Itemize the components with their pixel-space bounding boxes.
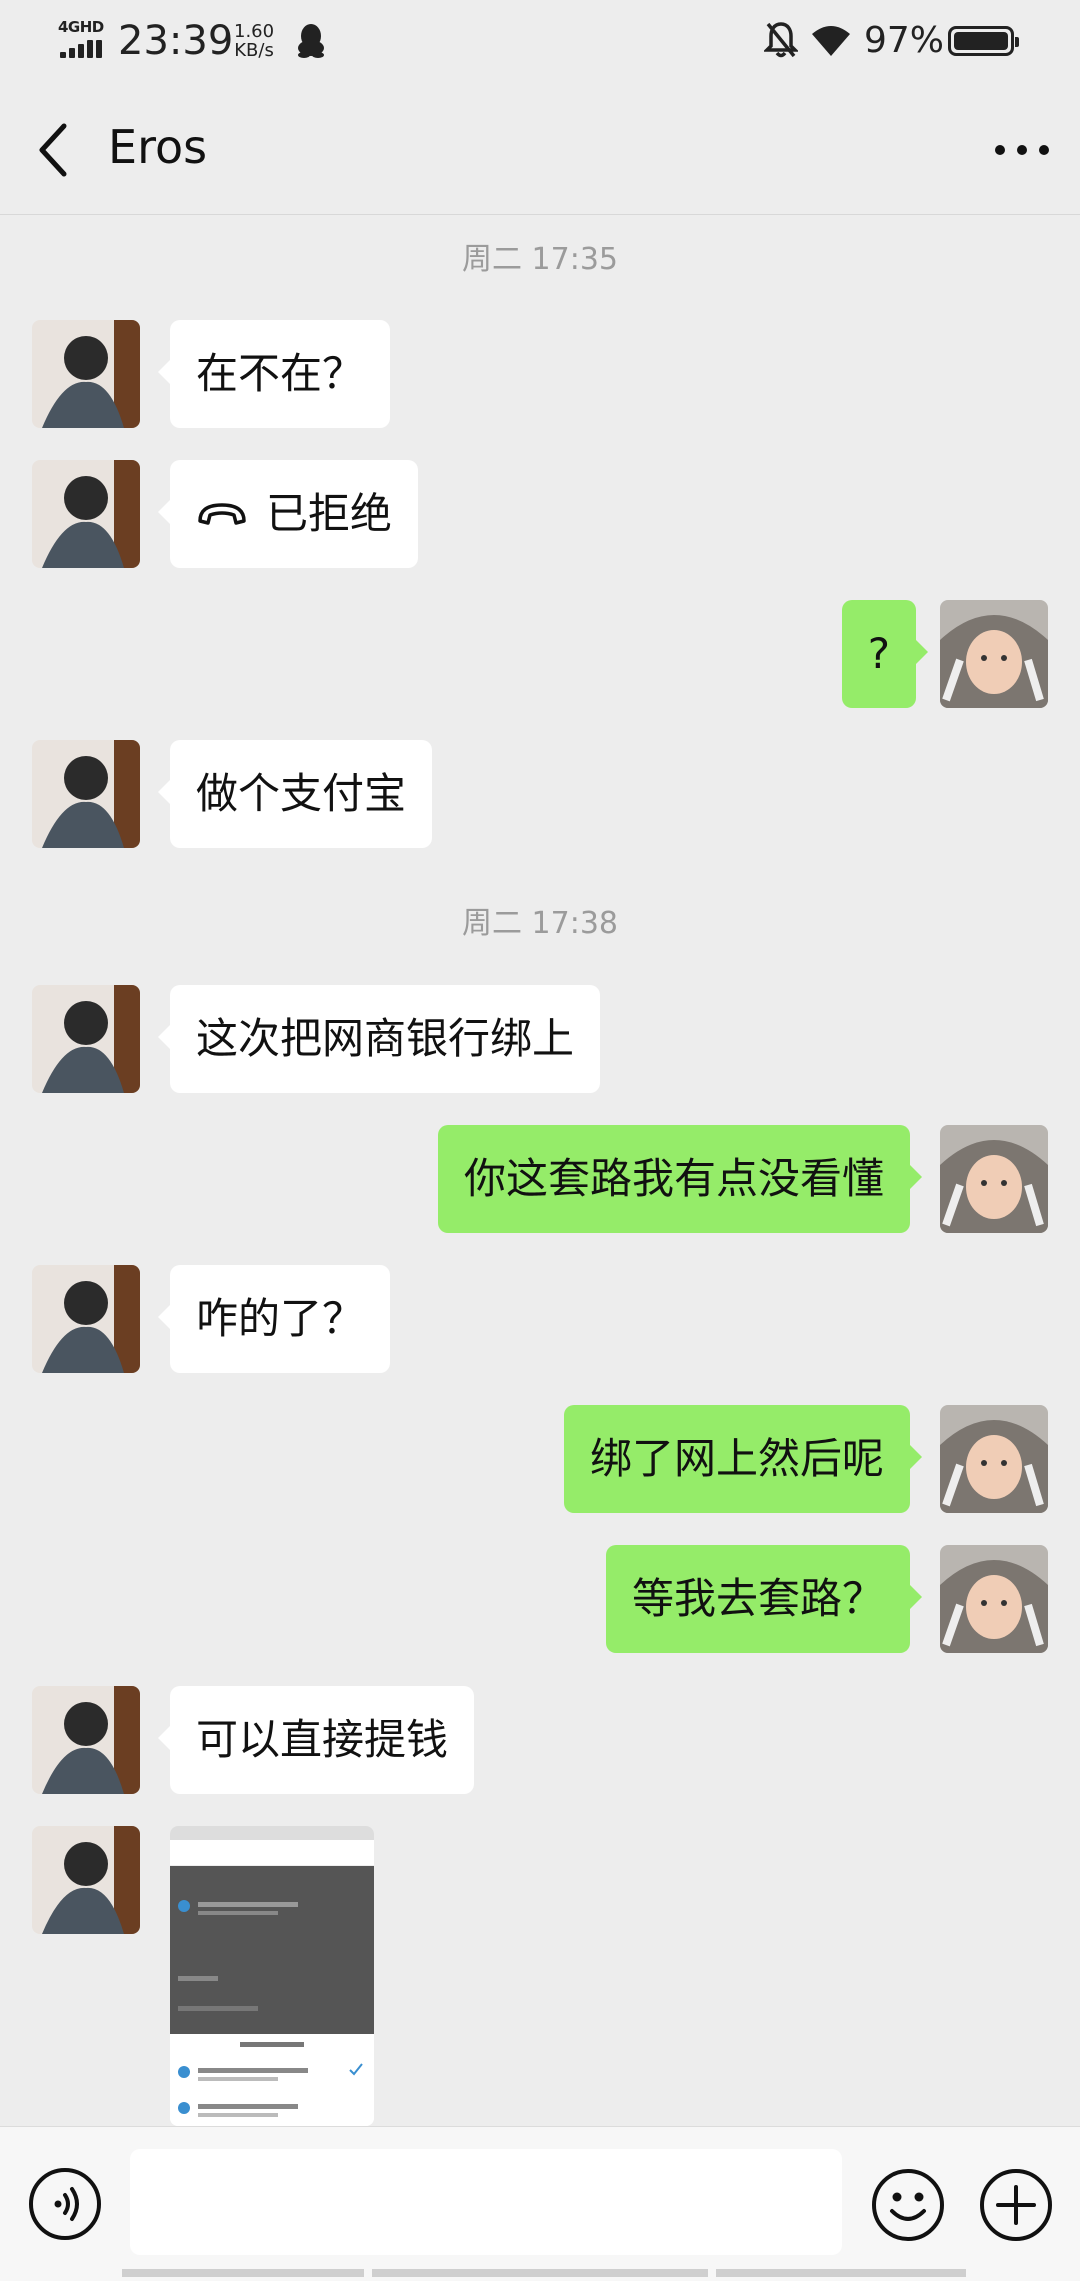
contact-avatar[interactable] bbox=[32, 1686, 140, 1794]
my-avatar[interactable] bbox=[940, 1405, 1048, 1513]
network-indicator: 4GHD bbox=[58, 18, 106, 58]
message-text: 咋的了？ bbox=[196, 1294, 365, 1343]
contact-avatar[interactable] bbox=[32, 1826, 140, 1934]
input-bar bbox=[0, 2126, 1080, 2281]
contact-avatar[interactable] bbox=[32, 740, 140, 848]
outgoing-message[interactable]: 你这套路我有点没看懂 bbox=[437, 1125, 923, 1233]
my-avatar[interactable] bbox=[940, 1125, 1048, 1233]
network-speed-value: 1.60 bbox=[234, 21, 275, 42]
status-bar: 4GHD 23:39 1.60 KB/s 97% bbox=[0, 0, 1080, 84]
incoming-message[interactable]: 可以直接提钱 bbox=[157, 1686, 475, 1794]
image-message[interactable] bbox=[170, 1826, 374, 2126]
clock: 23:39 bbox=[118, 18, 234, 64]
message-text: 你这套路我有点没看懂 bbox=[463, 1154, 884, 1203]
qq-penguin-icon bbox=[298, 24, 324, 58]
message-text: 等我去套路？ bbox=[631, 1574, 884, 1623]
network-speed: 1.60 KB/s bbox=[234, 22, 274, 60]
outgoing-message[interactable]: 绑了网上然后呢 bbox=[563, 1405, 923, 1513]
my-avatar[interactable] bbox=[940, 1545, 1048, 1653]
network-type: 4GHD bbox=[58, 18, 104, 36]
chat-title: Eros bbox=[108, 120, 208, 174]
nav-gesture-bar[interactable] bbox=[716, 2269, 966, 2277]
mute-bell-icon bbox=[764, 22, 798, 58]
incoming-message[interactable]: 在不在？ bbox=[157, 320, 391, 428]
message-input[interactable] bbox=[130, 2149, 842, 2255]
outgoing-message[interactable]: 等我去套路？ bbox=[605, 1545, 923, 1653]
incoming-message[interactable]: 做个支付宝 bbox=[157, 740, 433, 848]
timestamp: 周二 17:38 bbox=[462, 906, 618, 941]
voice-input-icon[interactable] bbox=[28, 2167, 102, 2241]
back-arrow-icon[interactable] bbox=[28, 118, 80, 182]
message-text: 这次把网商银行绑上 bbox=[196, 1014, 575, 1063]
emoji-icon[interactable] bbox=[870, 2167, 946, 2243]
screenshot-thumbnail bbox=[170, 1826, 374, 2126]
call-status-text: 已拒绝 bbox=[266, 489, 393, 538]
contact-avatar[interactable] bbox=[32, 460, 140, 568]
incoming-message[interactable]: 这次把网商银行绑上 bbox=[157, 985, 601, 1093]
battery-icon bbox=[948, 26, 1019, 56]
outgoing-message[interactable]: ? bbox=[841, 600, 929, 708]
timestamp: 周二 17:35 bbox=[462, 242, 618, 277]
chat-header: Eros bbox=[0, 84, 1080, 215]
wifi-icon bbox=[812, 26, 850, 56]
message-text: 可以直接提钱 bbox=[196, 1715, 449, 1764]
battery-percent: 97% bbox=[864, 20, 945, 61]
incoming-message[interactable]: 咋的了？ bbox=[157, 1265, 391, 1373]
my-avatar[interactable] bbox=[940, 600, 1048, 708]
message-text: 绑了网上然后呢 bbox=[589, 1434, 884, 1483]
more-options-icon[interactable] bbox=[990, 124, 1054, 176]
nav-gesture-bar[interactable] bbox=[122, 2269, 364, 2277]
network-speed-unit: KB/s bbox=[234, 40, 274, 61]
contact-avatar[interactable] bbox=[32, 985, 140, 1093]
call-record-message[interactable]: 已拒绝 bbox=[157, 460, 419, 568]
declined-call-icon bbox=[198, 502, 246, 525]
message-text: 在不在？ bbox=[196, 349, 365, 398]
add-more-icon[interactable] bbox=[978, 2167, 1054, 2243]
nav-gesture-bar[interactable] bbox=[372, 2269, 708, 2277]
contact-avatar[interactable] bbox=[32, 1265, 140, 1373]
contact-avatar[interactable] bbox=[32, 320, 140, 428]
message-text: ? bbox=[867, 629, 890, 678]
message-text: 做个支付宝 bbox=[196, 769, 407, 818]
